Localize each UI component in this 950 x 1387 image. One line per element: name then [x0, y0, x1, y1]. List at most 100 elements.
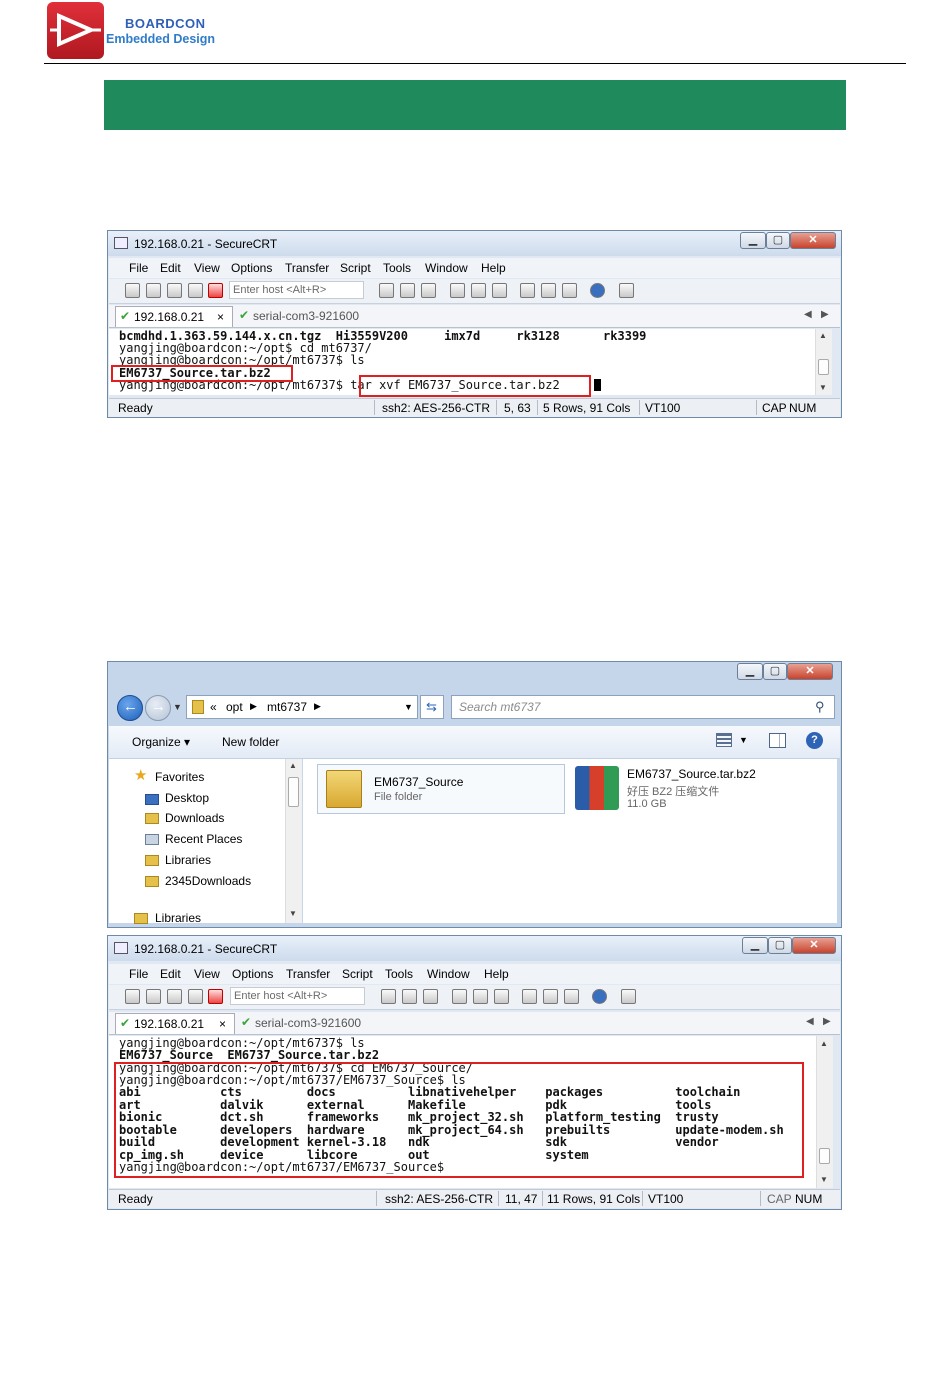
nav-favorites[interactable]: Favorites	[155, 770, 204, 784]
session-options-icon[interactable]	[522, 989, 537, 1004]
address-dropdown-icon[interactable]: ▼	[404, 702, 413, 712]
help-icon[interactable]	[590, 283, 605, 298]
host-input[interactable]: Enter host <Alt+R>	[230, 987, 365, 1005]
menu-window[interactable]: Window	[427, 967, 470, 981]
maximize-button[interactable]: ▢	[768, 937, 792, 954]
reconnect-icon[interactable]	[188, 989, 203, 1004]
refresh-button[interactable]: ⇆	[420, 695, 444, 719]
reconnect-icon[interactable]	[188, 283, 203, 298]
new-folder-button[interactable]: New folder	[222, 735, 279, 749]
global-options-icon[interactable]	[543, 989, 558, 1004]
maximize-button[interactable]: ▢	[763, 663, 787, 680]
paste-icon[interactable]	[400, 283, 415, 298]
terminal-scrollbar[interactable]: ▲ ▼	[815, 329, 832, 395]
menu-transfer[interactable]: Transfer	[285, 261, 329, 275]
view-options-icon[interactable]	[716, 733, 732, 747]
scroll-thumb[interactable]	[288, 777, 299, 807]
paste-icon[interactable]	[402, 989, 417, 1004]
view-chevron-icon[interactable]: ▼	[739, 735, 748, 745]
menu-edit[interactable]: Edit	[160, 261, 181, 275]
host-input[interactable]: Enter host <Alt+R>	[229, 281, 364, 299]
connect-in-tab-icon[interactable]	[167, 283, 182, 298]
recent-pages-chevron-icon[interactable]: ▼	[173, 702, 182, 712]
menu-file[interactable]: File	[129, 967, 148, 981]
window-icon[interactable]	[619, 283, 634, 298]
find-icon[interactable]	[423, 989, 438, 1004]
print-setup-icon[interactable]	[450, 283, 465, 298]
scroll-up-icon[interactable]: ▲	[819, 331, 827, 340]
menu-script[interactable]: Script	[340, 261, 371, 275]
menu-options[interactable]: Options	[231, 261, 272, 275]
menu-edit[interactable]: Edit	[160, 967, 181, 981]
nav-downloads[interactable]: Downloads	[165, 811, 224, 825]
session-options-icon[interactable]	[520, 283, 535, 298]
terminal-scrollbar[interactable]: ▲ ▼	[816, 1036, 833, 1188]
find-icon[interactable]	[421, 283, 436, 298]
menu-view[interactable]: View	[194, 967, 220, 981]
scroll-thumb[interactable]	[818, 359, 829, 375]
minimize-button[interactable]: ▁	[740, 232, 766, 249]
breadcrumb-opt[interactable]: opt	[226, 700, 243, 714]
scroll-down-icon[interactable]: ▼	[819, 383, 827, 392]
connect-in-tab-icon[interactable]	[167, 989, 182, 1004]
menu-options[interactable]: Options	[232, 967, 273, 981]
menu-transfer[interactable]: Transfer	[286, 967, 330, 981]
scroll-down-icon[interactable]: ▼	[820, 1175, 828, 1184]
navigation-scrollbar[interactable]: ▲ ▼	[285, 759, 302, 923]
close-button[interactable]: ✕	[787, 663, 833, 680]
search-box[interactable]: Search mt6737 ⚲	[451, 695, 835, 719]
minimize-button[interactable]: ▁	[742, 937, 768, 954]
preview-pane-icon[interactable]	[769, 733, 786, 748]
close-button[interactable]: ✕	[792, 937, 836, 954]
breadcrumb-mt6737[interactable]: mt6737	[267, 700, 307, 714]
tab-serial-com3[interactable]: ✔ serial-com3-921600	[237, 1013, 397, 1034]
nav-2345downloads[interactable]: 2345Downloads	[165, 874, 251, 888]
menu-window[interactable]: Window	[425, 261, 468, 275]
print-screen-icon[interactable]	[494, 989, 509, 1004]
disconnect-icon[interactable]	[208, 283, 223, 298]
file-item-folder[interactable]: EM6737_Source File folder	[317, 764, 565, 814]
minimize-button[interactable]: ▁	[737, 663, 763, 680]
copy-icon[interactable]	[381, 989, 396, 1004]
menu-help[interactable]: Help	[484, 967, 509, 981]
print-icon[interactable]	[471, 283, 486, 298]
file-item-archive[interactable]: EM6737_Source.tar.bz2 好压 BZ2 压缩文件 11.0 G…	[571, 764, 831, 814]
tab-192-168-0-21[interactable]: ✔ 192.168.0.21 ×	[115, 306, 233, 327]
key-icon[interactable]	[564, 989, 579, 1004]
organize-menu[interactable]: Organize ▾	[132, 735, 190, 749]
scroll-down-icon[interactable]: ▼	[289, 909, 297, 918]
nav-libraries[interactable]: Libraries	[165, 853, 211, 867]
nav-recent-places[interactable]: Recent Places	[165, 832, 242, 846]
connect-icon[interactable]	[125, 989, 140, 1004]
address-bar[interactable]: « opt ▶ mt6737 ▶ ▼	[186, 695, 418, 719]
back-button[interactable]: ←	[117, 695, 143, 721]
key-icon[interactable]	[562, 283, 577, 298]
tab-close-icon[interactable]: ×	[217, 310, 224, 324]
window-icon[interactable]	[621, 989, 636, 1004]
menu-view[interactable]: View	[194, 261, 220, 275]
global-options-icon[interactable]	[541, 283, 556, 298]
menu-file[interactable]: File	[129, 261, 148, 275]
disconnect-icon[interactable]	[208, 989, 223, 1004]
quick-connect-icon[interactable]	[146, 283, 161, 298]
help-icon[interactable]	[592, 989, 607, 1004]
nav-desktop[interactable]: Desktop	[165, 791, 209, 805]
tab-serial-com3[interactable]: ✔ serial-com3-921600	[235, 306, 395, 327]
scroll-up-icon[interactable]: ▲	[289, 761, 297, 770]
print-icon[interactable]	[473, 989, 488, 1004]
menu-script[interactable]: Script	[342, 967, 373, 981]
copy-icon[interactable]	[379, 283, 394, 298]
help-icon[interactable]: ?	[806, 732, 823, 749]
tab-prev-icon[interactable]: ◀	[806, 1016, 814, 1027]
menu-help[interactable]: Help	[481, 261, 506, 275]
breadcrumb-overflow[interactable]: «	[210, 700, 217, 714]
connect-icon[interactable]	[125, 283, 140, 298]
print-screen-icon[interactable]	[492, 283, 507, 298]
close-button[interactable]: ✕	[790, 232, 836, 249]
tab-192-168-0-21[interactable]: ✔ 192.168.0.21 ×	[115, 1013, 235, 1034]
menu-tools[interactable]: Tools	[383, 261, 411, 275]
tab-next-icon[interactable]: ▶	[821, 309, 829, 320]
quick-connect-icon[interactable]	[146, 989, 161, 1004]
tab-next-icon[interactable]: ▶	[823, 1016, 831, 1027]
print-setup-icon[interactable]	[452, 989, 467, 1004]
